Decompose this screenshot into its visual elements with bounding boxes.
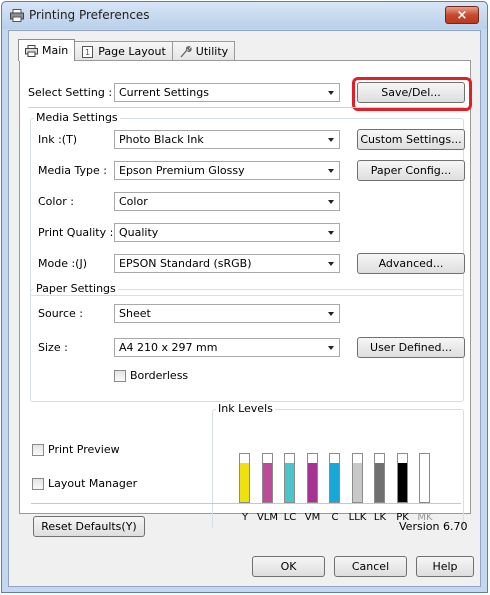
main-tab-panel: Select Setting : Current Settings Save/D…	[19, 60, 472, 529]
color-dropdown[interactable]: Color	[114, 192, 340, 211]
print-preview-checkbox[interactable]	[32, 444, 44, 456]
ink-level-bar-c	[329, 453, 340, 503]
media-type-dropdown[interactable]: Epson Premium Glossy	[114, 161, 340, 180]
layout-manager-label: Layout Manager	[48, 477, 138, 490]
ink-level-bar-y	[239, 453, 250, 503]
source-label: Source :	[38, 307, 83, 320]
divider	[28, 107, 464, 108]
tab-page-layout-label: Page Layout	[98, 45, 166, 58]
tab-main-label: Main	[42, 44, 69, 57]
user-defined-button[interactable]: User Defined...	[357, 337, 465, 358]
ink-level-fill	[375, 462, 384, 502]
tab-page-layout[interactable]: 1 Page Layout	[74, 41, 173, 61]
ink-level-bar-llk	[351, 453, 363, 503]
print-quality-value: Quality	[119, 226, 159, 239]
footer-divider	[31, 503, 461, 504]
print-quality-dropdown[interactable]: Quality	[114, 223, 340, 242]
printer-icon	[25, 44, 38, 57]
version-text: Version 6.70	[399, 520, 468, 533]
tab-utility-label: Utility	[195, 45, 229, 58]
select-setting-value: Current Settings	[119, 86, 209, 99]
size-label: Size :	[38, 341, 68, 354]
cancel-button[interactable]: Cancel	[334, 556, 407, 577]
advanced-button[interactable]: Advanced...	[357, 253, 465, 274]
ink-level-bar-vlm	[261, 453, 273, 503]
source-dropdown[interactable]: Sheet	[114, 304, 340, 323]
chevron-down-icon	[328, 200, 334, 204]
close-icon: ×	[456, 7, 468, 23]
ink-level-fill	[397, 462, 407, 502]
window-title: Printing Preferences	[29, 8, 150, 22]
mode-label: Mode :(J)	[38, 257, 88, 270]
color-label: Color :	[38, 195, 74, 208]
paper-settings-title: Paper Settings	[34, 282, 118, 295]
ink-level-bar-mk	[419, 453, 430, 503]
svg-text:1: 1	[85, 48, 90, 57]
dialog-client: Main 1 Page Layout Utility Select Settin…	[8, 30, 481, 587]
ink-level-bar-vm	[306, 453, 318, 503]
ink-level-bar-pk	[396, 453, 408, 503]
close-button[interactable]: ×	[445, 6, 479, 24]
ink-level-bar-lc	[284, 453, 295, 503]
custom-settings-button[interactable]: Custom Settings...	[357, 129, 465, 150]
borderless-checkbox[interactable]	[114, 370, 126, 382]
ink-level-fill	[330, 462, 339, 502]
ink-level-fill	[262, 462, 272, 502]
ink-level-fill	[240, 462, 249, 502]
ink-dropdown[interactable]: Photo Black Ink	[114, 130, 340, 149]
chevron-down-icon	[328, 262, 334, 266]
reset-defaults-button[interactable]: Reset Defaults(Y)	[33, 516, 145, 537]
mode-value: EPSON Standard (sRGB)	[119, 257, 252, 270]
ink-level-fill	[307, 462, 317, 502]
ink-level-fill	[285, 462, 294, 502]
ink-levels-title: Ink Levels	[216, 402, 275, 415]
media-settings-title: Media Settings	[34, 111, 120, 124]
chevron-down-icon	[328, 169, 334, 173]
utility-wrench-icon	[180, 45, 192, 57]
ink-levels-group: Y VLM LC VM C LLK LK PK MK	[212, 409, 464, 529]
chevron-down-icon	[328, 231, 334, 235]
print-quality-label: Print Quality :	[38, 226, 114, 239]
mode-dropdown[interactable]: EPSON Standard (sRGB)	[114, 254, 340, 273]
ink-value: Photo Black Ink	[119, 133, 204, 146]
ink-label: Ink :(T)	[38, 133, 78, 146]
select-setting-dropdown[interactable]: Current Settings	[114, 83, 340, 102]
ok-button[interactable]: OK	[252, 556, 325, 577]
tab-strip: Main 1 Page Layout Utility	[18, 39, 236, 61]
ink-level-fill	[352, 462, 362, 502]
print-preview-label: Print Preview	[48, 443, 120, 456]
size-dropdown[interactable]: A4 210 x 297 mm	[114, 338, 340, 357]
source-value: Sheet	[119, 307, 151, 320]
size-value: A4 210 x 297 mm	[119, 341, 218, 354]
chevron-down-icon	[328, 312, 334, 316]
page-layout-icon: 1	[82, 45, 94, 58]
color-value: Color	[119, 195, 148, 208]
media-type-label: Media Type :	[38, 164, 108, 177]
media-type-value: Epson Premium Glossy	[119, 164, 245, 177]
ink-level-bar-lk	[374, 453, 385, 503]
tab-utility[interactable]: Utility	[171, 41, 236, 61]
borderless-label: Borderless	[130, 369, 189, 382]
highlight-box	[352, 77, 472, 111]
printing-preferences-window: Printing Preferences × Main 1 Page Layou…	[1, 1, 488, 593]
chevron-down-icon	[328, 346, 334, 350]
help-button[interactable]: Help	[416, 556, 474, 577]
layout-manager-checkbox[interactable]	[32, 478, 44, 490]
chevron-down-icon	[328, 138, 334, 142]
chevron-down-icon	[328, 91, 334, 95]
title-bar[interactable]: Printing Preferences ×	[2, 2, 487, 29]
printer-icon	[10, 9, 24, 22]
paper-config-button[interactable]: Paper Config...	[357, 160, 465, 181]
tab-main[interactable]: Main	[18, 39, 76, 61]
select-setting-label: Select Setting :	[28, 86, 113, 99]
